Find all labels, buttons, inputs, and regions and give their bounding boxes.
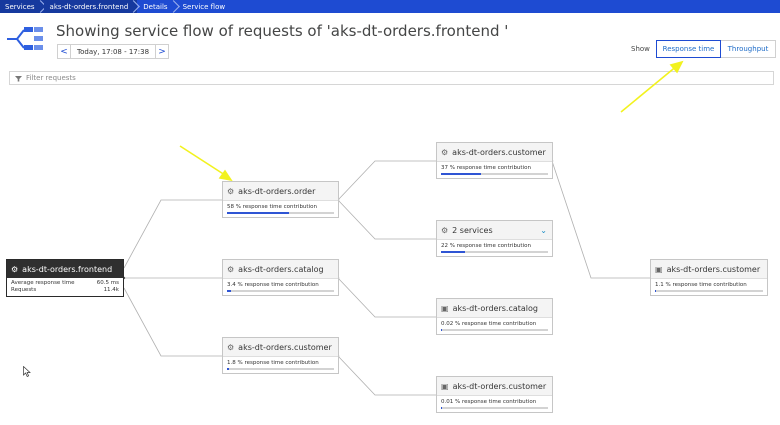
service-icon: ⚙ xyxy=(11,264,19,274)
link-frontend-order xyxy=(123,199,222,269)
node-catalog-1[interactable]: ⚙ aks-dt-orders.catalog 3.4 % response ti… xyxy=(222,259,339,296)
node-customer-2-bar xyxy=(441,173,481,175)
node-customer-4-pct: 1.1 % response time contribution xyxy=(655,282,747,288)
node-2-services-bar xyxy=(441,251,465,253)
node-customer-4[interactable]: ▣ aks-dt-orders.customer 1.1 % response t… xyxy=(650,259,768,296)
node-customer-3[interactable]: ▣ aks-dt-orders.customer 0.01 % response … xyxy=(436,376,553,413)
link-frontend-customer xyxy=(123,287,222,357)
node-catalog-1-bar xyxy=(227,290,231,292)
node-2-services-pct: 22 % response time contribution xyxy=(441,243,531,249)
node-customer-3-bar xyxy=(441,407,442,409)
microservice-icon: ⚙ xyxy=(227,186,235,196)
node-catalog-2-bar xyxy=(441,329,442,331)
database-icon: ▣ xyxy=(655,264,663,274)
node-customer-3-pct: 0.01 % response time contribution xyxy=(441,399,537,405)
node-2-services[interactable]: ⚙ 2 services ⌄ 22 % response time contri… xyxy=(436,220,553,257)
node-order[interactable]: ⚙ aks-dt-orders.order 58 % response time … xyxy=(222,181,339,218)
node-frontend-name: aks-dt-orders.frontend xyxy=(22,264,113,274)
node-customer-2[interactable]: ⚙ aks-dt-orders.customer 37 % response ti… xyxy=(436,142,553,179)
highlight-arrow-order xyxy=(179,145,229,178)
highlight-arrow-response-time xyxy=(620,64,679,113)
node-customer-1-pct: 1.8 % response time contribution xyxy=(227,360,319,366)
database-icon: ▣ xyxy=(441,381,449,391)
node-customer-1[interactable]: ⚙ aks-dt-orders.customer 1.8 % response t… xyxy=(222,337,339,374)
node-catalog-2[interactable]: ▣ aks-dt-orders.catalog 0.02 % response t… xyxy=(436,298,553,335)
node-catalog-1-pct: 3.4 % response time contribution xyxy=(227,282,319,288)
requests-row: Requests 11.4k xyxy=(11,287,119,293)
node-customer-2-pct: 37 % response time contribution xyxy=(441,165,531,171)
node-catalog-2-pct: 0.02 % response time contribution xyxy=(441,321,537,327)
microservice-icon: ⚙ xyxy=(227,342,235,352)
node-order-pct: 58 % response time contribution xyxy=(227,204,317,210)
node-order-bar xyxy=(227,212,290,214)
link-order-customer xyxy=(337,160,436,201)
microservice-icon: ⚙ xyxy=(227,264,235,274)
microservice-icon: ⚙ xyxy=(441,147,449,157)
highlight-arrowhead-response-time xyxy=(669,60,684,74)
avg-response-time-row: Average response time 60.5 ms xyxy=(11,280,119,286)
link-customer-customer xyxy=(337,355,436,396)
node-customer-1-bar xyxy=(227,368,229,370)
node-customer-4-bar xyxy=(655,290,657,292)
mouse-cursor-icon xyxy=(23,366,31,377)
chevron-down-icon[interactable]: ⌄ xyxy=(540,226,547,235)
link-catalog-catalog xyxy=(337,277,436,318)
database-icon: ▣ xyxy=(441,303,449,313)
node-frontend[interactable]: ⚙ aks-dt-orders.frontend Average respons… xyxy=(6,259,124,297)
flow-links xyxy=(122,60,684,396)
services-group-icon: ⚙ xyxy=(441,225,449,235)
link-customer-customer-right xyxy=(551,160,650,279)
link-order-services xyxy=(337,199,436,240)
